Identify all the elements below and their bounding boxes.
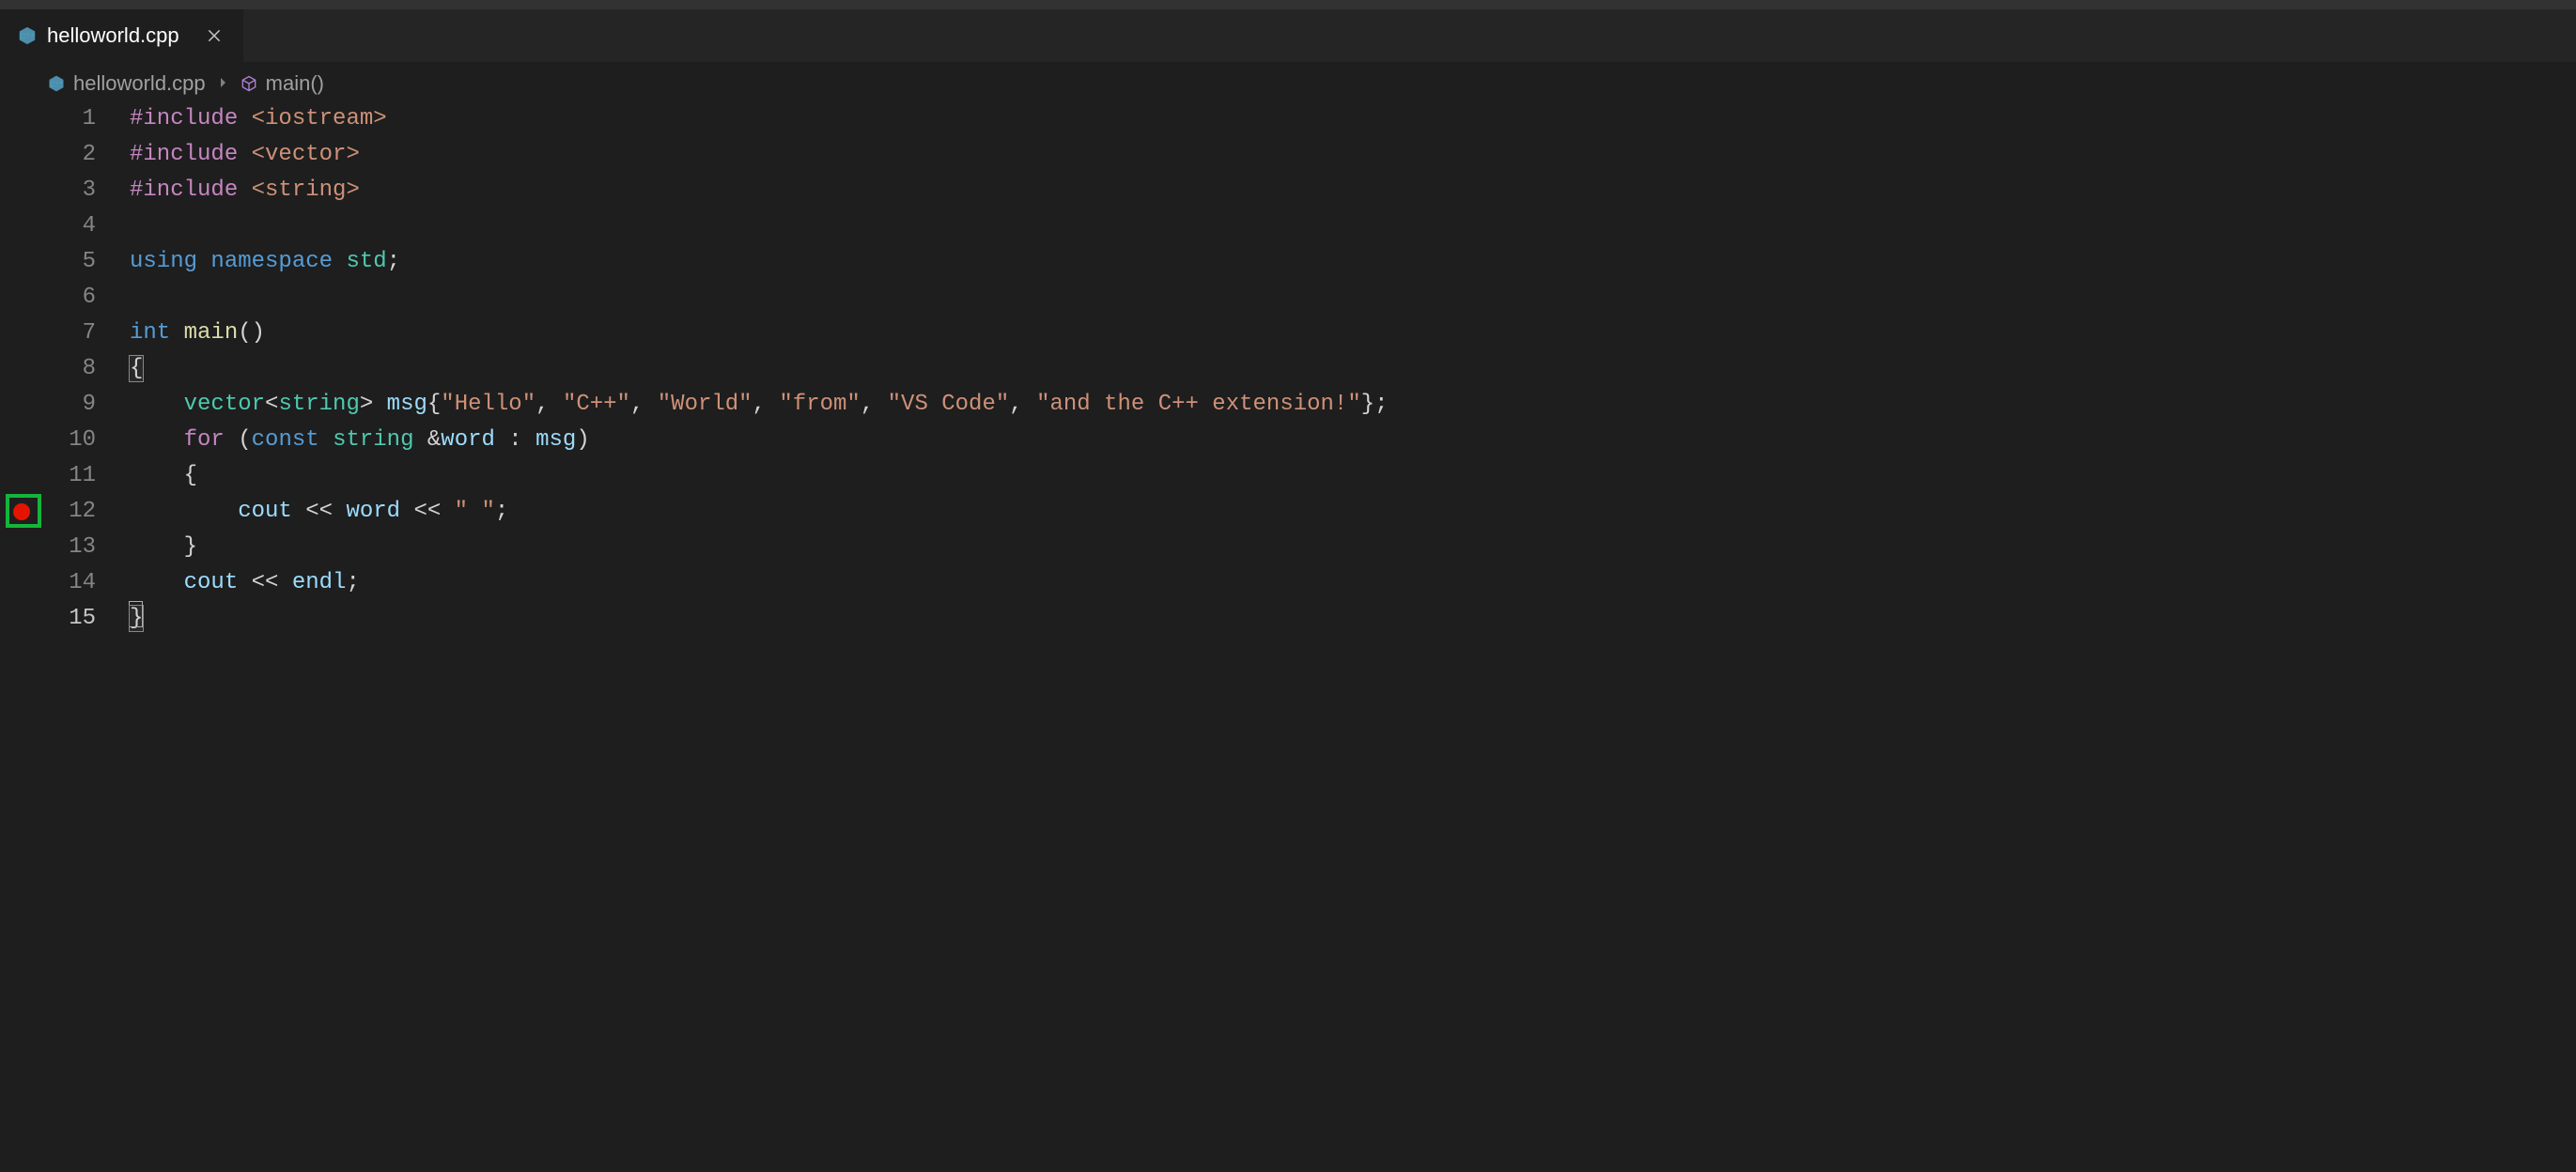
tab-bar: C⁺⁺ helloworld.cpp [0,9,2576,62]
line-number: 11 [47,458,96,494]
line-numbers: 123456789101112131415 [47,101,96,1172]
svg-text:C⁺⁺: C⁺⁺ [20,32,35,41]
breadcrumb-symbol[interactable]: main() [240,71,324,96]
code-content[interactable]: #include <iostream>#include <vector>#inc… [96,101,2576,1172]
code-line[interactable]: cout << word << " "; [130,494,2576,530]
breakpoint-slot[interactable] [0,565,47,601]
code-line[interactable]: #include <vector> [130,137,2576,173]
breakpoint-slot[interactable] [0,173,47,208]
close-tab-icon[interactable] [202,23,226,48]
line-number: 9 [47,387,96,423]
line-number: 7 [47,316,96,351]
breadcrumb-symbol-label: main() [266,71,324,96]
line-number: 6 [47,280,96,316]
line-number: 12 [47,494,96,530]
code-line[interactable]: vector<string> msg{"Hello", "C++", "Worl… [130,387,2576,423]
symbol-method-icon [240,74,258,93]
code-line[interactable]: { [130,351,2576,387]
breakpoint-slot[interactable] [0,137,47,173]
line-number: 10 [47,423,96,458]
code-line[interactable]: int main() [130,316,2576,351]
line-number: 13 [47,530,96,565]
line-number: 14 [47,565,96,601]
line-number: 1 [47,101,96,137]
line-number: 4 [47,208,96,244]
code-line[interactable]: } [130,530,2576,565]
code-line[interactable]: #include <iostream> [130,101,2576,137]
breadcrumb: C⁺⁺ helloworld.cpp main() [0,62,2576,101]
line-number: 8 [47,351,96,387]
svg-text:C⁺⁺: C⁺⁺ [50,79,64,88]
code-line[interactable]: using namespace std; [130,244,2576,280]
breakpoint-slot[interactable] [0,494,47,530]
breakpoint-slot[interactable] [0,601,47,637]
editor-window: C⁺⁺ helloworld.cpp C⁺⁺ helloworld.cpp [0,0,2576,1172]
breakpoint-slot[interactable] [0,458,47,494]
chevron-right-icon [215,71,230,96]
breadcrumb-file-label: helloworld.cpp [73,71,206,96]
breakpoint-slot[interactable] [0,280,47,316]
code-line[interactable] [130,280,2576,316]
cpp-file-icon: C⁺⁺ [17,25,38,46]
breakpoint-slot[interactable] [0,101,47,137]
tab-filename: helloworld.cpp [47,23,179,48]
breakpoint-slot[interactable] [0,208,47,244]
code-line[interactable]: for (const string &word : msg) [130,423,2576,458]
line-number: 2 [47,137,96,173]
code-line[interactable]: { [130,458,2576,494]
title-bar [0,0,2576,9]
breakpoint-slot[interactable] [0,351,47,387]
code-line[interactable] [130,208,2576,244]
code-line[interactable]: cout << endl; [130,565,2576,601]
tab-helloworld[interactable]: C⁺⁺ helloworld.cpp [0,9,244,62]
breakpoint-icon[interactable] [13,503,30,520]
code-editor[interactable]: 123456789101112131415 #include <iostream… [0,101,2576,1172]
breakpoint-slot[interactable] [0,530,47,565]
breakpoint-gutter[interactable] [0,101,47,1172]
breakpoint-slot[interactable] [0,244,47,280]
cpp-file-icon: C⁺⁺ [47,74,66,93]
breakpoint-slot[interactable] [0,316,47,351]
breadcrumb-file[interactable]: C⁺⁺ helloworld.cpp [47,71,206,96]
line-number: 5 [47,244,96,280]
code-line[interactable]: } [130,601,2576,637]
line-number: 3 [47,173,96,208]
line-number: 15 [47,601,96,637]
breakpoint-slot[interactable] [0,387,47,423]
breakpoint-slot[interactable] [0,423,47,458]
code-line[interactable]: #include <string> [130,173,2576,208]
